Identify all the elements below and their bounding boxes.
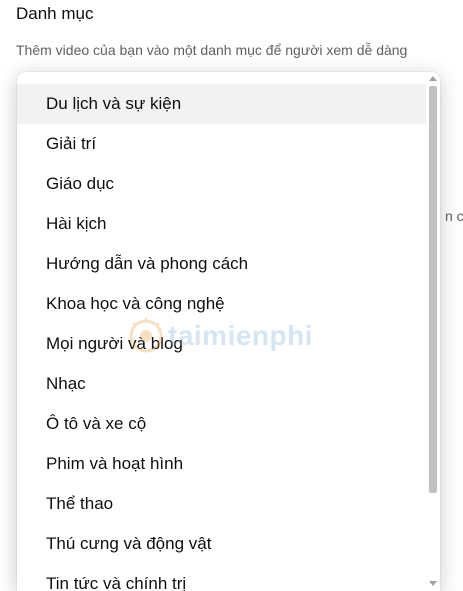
scrollbar-thumb[interactable] xyxy=(429,86,437,493)
category-option-tin-tuc[interactable]: Tin tức và chính trị xyxy=(17,564,426,591)
section-description: Thêm video của bạn vào một danh mục để n… xyxy=(16,42,408,58)
background-text-fragment: n cá xyxy=(445,208,463,224)
category-option-khoa-hoc[interactable]: Khoa học và công nghệ xyxy=(17,284,426,324)
category-option-huong-dan[interactable]: Hướng dẫn và phong cách xyxy=(17,244,426,284)
category-option-the-thao[interactable]: Thể thao xyxy=(17,484,426,524)
scroll-up-arrow-icon[interactable] xyxy=(429,76,437,81)
category-option-list: Du lịch và sự kiện Giải trí Giáo dục Hài… xyxy=(17,84,426,591)
category-option-o-to[interactable]: Ô tô và xe cộ xyxy=(17,404,426,444)
category-option-giao-duc[interactable]: Giáo dục xyxy=(17,164,426,204)
category-option-phim[interactable]: Phim và hoạt hình xyxy=(17,444,426,484)
scroll-down-arrow-icon[interactable] xyxy=(429,581,437,586)
category-option-du-lich[interactable]: Du lịch và sự kiện xyxy=(17,84,426,124)
section-title: Danh mục xyxy=(16,4,94,23)
dropdown-scrollbar[interactable] xyxy=(426,72,440,591)
category-option-nhac[interactable]: Nhạc xyxy=(17,364,426,404)
category-dropdown-menu: Du lịch và sự kiện Giải trí Giáo dục Hài… xyxy=(17,72,440,591)
category-option-giai-tri[interactable]: Giải trí xyxy=(17,124,426,164)
category-option-thu-cung[interactable]: Thú cưng và động vật xyxy=(17,524,426,564)
category-option-moi-nguoi[interactable]: Mọi người và blog xyxy=(17,324,426,364)
category-option-hai-kich[interactable]: Hài kịch xyxy=(17,204,426,244)
